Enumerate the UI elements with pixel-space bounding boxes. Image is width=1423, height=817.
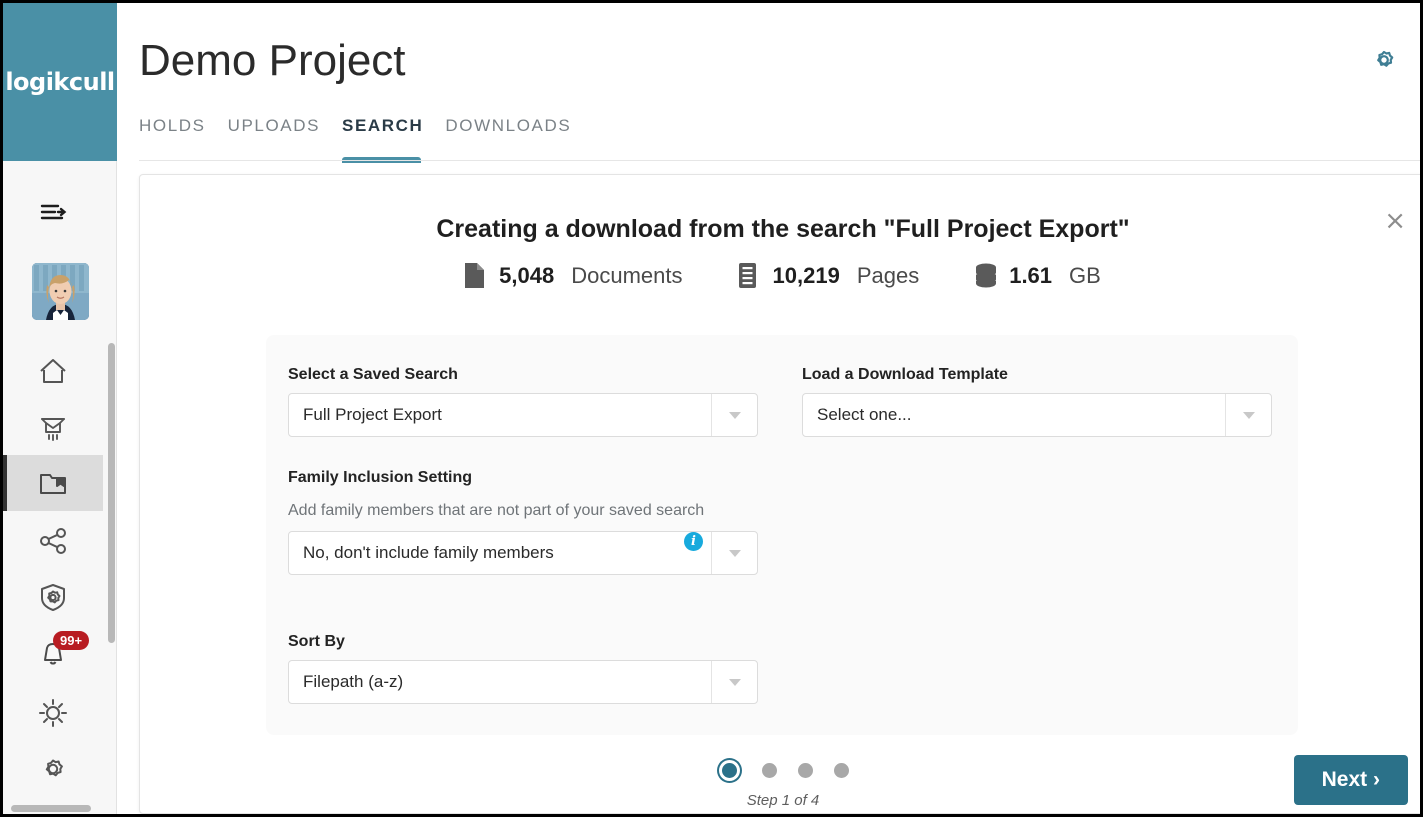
field-download-template: Load a Download Template Select one... [802, 366, 1282, 437]
sidebar-item-theme[interactable] [3, 685, 103, 741]
sidebar-item-projects[interactable] [3, 455, 103, 511]
nav-tabs: HOLDS UPLOADS SEARCH DOWNLOADS [139, 115, 593, 163]
notification-badge: 99+ [53, 631, 90, 650]
stat-pages: 10,219 Pages [738, 263, 920, 289]
sort-by-dropdown-arrow[interactable] [711, 661, 757, 703]
settings-gear-icon[interactable] [1369, 45, 1399, 75]
tab-uploads[interactable]: UPLOADS [228, 115, 330, 137]
sort-by-label: Sort By [288, 633, 345, 650]
download-template-select[interactable]: Select one... [802, 393, 1272, 437]
saved-search-value: Full Project Export [303, 405, 442, 424]
tab-search[interactable]: SEARCH [342, 115, 433, 163]
sun-icon [36, 696, 70, 730]
brand-logo-container: logikcull [3, 3, 117, 161]
gear-icon [36, 752, 70, 786]
page-title: Demo Project [139, 36, 406, 85]
sidebar-item-uploads[interactable] [3, 399, 103, 455]
sidebar-item-admin[interactable] [3, 569, 103, 625]
step-dot-1[interactable] [721, 762, 737, 778]
stats-row: 5,048 Documents 10,219 Pages 1.61 GB [140, 263, 1420, 289]
folder-bookmark-icon [36, 466, 70, 500]
chevron-down-icon [728, 678, 741, 686]
stat-pages-value: 10,219 [772, 263, 840, 288]
step-label: Step 1 of 4 [746, 792, 820, 809]
sidebar-item-share[interactable] [3, 513, 103, 569]
family-inclusion-value: No, don't include family members [303, 543, 554, 562]
share-icon [36, 524, 70, 558]
step-dots [718, 758, 849, 782]
stat-documents: 5,048 Documents [465, 263, 683, 289]
chevron-down-icon [728, 411, 741, 419]
field-sort-by: Sort By Filepath (a-z) [288, 633, 768, 704]
form-card: Select a Saved Search Full Project Expor… [266, 335, 1298, 735]
stat-size-unit: GB [1069, 263, 1101, 288]
collapse-menu-icon [36, 194, 70, 228]
chevron-down-icon [1242, 411, 1255, 419]
family-inclusion-select[interactable]: No, don't include family members i [288, 531, 758, 575]
saved-search-label: Select a Saved Search [288, 366, 458, 383]
database-icon [975, 263, 997, 289]
info-icon[interactable]: i [684, 532, 703, 551]
panel-title: Creating a download from the search "Ful… [436, 215, 1130, 243]
family-inclusion-label: Family Inclusion Setting [288, 469, 473, 486]
sort-by-select[interactable]: Filepath (a-z) [288, 660, 758, 704]
app-window: logikcull 99+ Demo Project HOLDS UPLOADS… [0, 0, 1423, 817]
home-icon [36, 354, 70, 388]
stat-size-value: 1.61 [1009, 263, 1053, 288]
stat-documents-value: 5,048 [499, 263, 555, 288]
user-avatar[interactable] [32, 263, 89, 320]
sort-by-value: Filepath (a-z) [303, 672, 404, 691]
sidebar-vertical-scrollbar[interactable] [108, 343, 115, 643]
step-dot-2[interactable] [761, 762, 777, 778]
sidebar-item-collapse-menu[interactable] [3, 183, 103, 239]
pages-icon [738, 263, 761, 289]
download-template-value: Select one... [817, 405, 912, 424]
sidebar-item-settings[interactable] [3, 741, 103, 797]
stat-size: 1.61 GB [975, 263, 1101, 289]
download-template-dropdown-arrow[interactable] [1225, 394, 1271, 436]
tab-holds[interactable]: HOLDS [139, 115, 216, 137]
field-family-inclusion: Family Inclusion Setting Add family memb… [288, 469, 768, 575]
step-dot-4[interactable] [833, 762, 849, 778]
document-icon [465, 263, 487, 289]
next-button[interactable]: Next › [1293, 755, 1408, 805]
saved-search-dropdown-arrow[interactable] [711, 394, 757, 436]
stat-pages-unit: Pages [856, 263, 920, 288]
download-template-label: Load a Download Template [802, 366, 1008, 383]
field-saved-search: Select a Saved Search Full Project Expor… [288, 366, 768, 437]
step-dot-3[interactable] [797, 762, 813, 778]
tab-downloads[interactable]: DOWNLOADS [445, 115, 581, 137]
wizard-stepper: Step 1 of 4 [140, 758, 1420, 809]
chevron-down-icon [728, 549, 741, 557]
main-content: Demo Project HOLDS UPLOADS SEARCH DOWNLO… [117, 3, 1420, 814]
download-wizard-panel: × Creating a download from the search "F… [139, 174, 1420, 814]
saved-search-select[interactable]: Full Project Export [288, 393, 758, 437]
left-sidebar: logikcull 99+ [3, 3, 117, 814]
sidebar-item-notifications[interactable] [3, 625, 103, 681]
sidebar-horizontal-scrollbar[interactable] [11, 805, 91, 812]
sidebar-item-home[interactable] [3, 343, 103, 399]
family-inclusion-dropdown-arrow[interactable] [711, 532, 757, 574]
logikcull-logo: logikcull [5, 68, 115, 96]
shield-gear-icon [36, 580, 70, 614]
stat-documents-unit: Documents [571, 263, 683, 288]
family-inclusion-help: Add family members that are not part of … [288, 502, 705, 519]
upload-icon [36, 410, 70, 444]
tab-divider [139, 160, 1420, 161]
